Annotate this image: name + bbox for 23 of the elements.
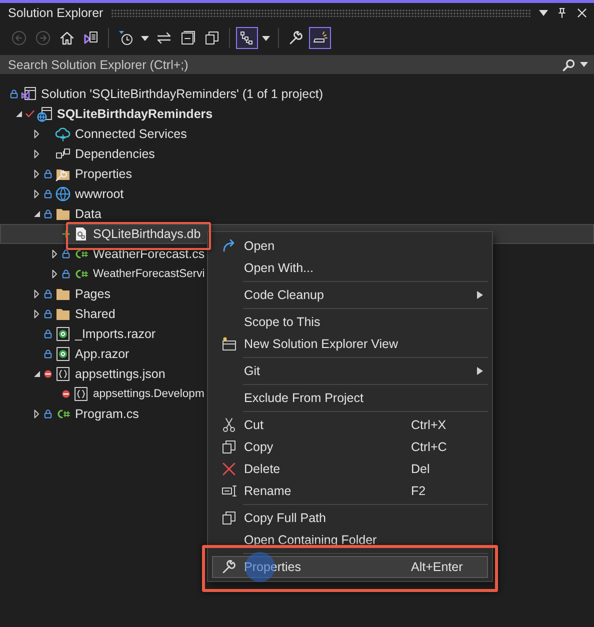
tree-item-label: Properties xyxy=(75,167,132,181)
tree-item-label: App.razor xyxy=(75,347,130,361)
tree-item-label: appsettings.json xyxy=(75,367,166,381)
shortcut-label: F2 xyxy=(411,484,427,498)
tree-item-label: Pages xyxy=(75,287,110,301)
tree-item-label: WeatherForecastServi xyxy=(93,268,205,280)
tree-item-label: SQLiteBirthdays.db xyxy=(93,227,201,241)
tree-item-label: _Imports.razor xyxy=(75,327,156,341)
tree-item-label: wwwroot xyxy=(75,187,124,201)
shortcut-label: Del xyxy=(411,462,431,476)
shortcut-label: Alt+Enter xyxy=(411,560,464,574)
tree-item-label: WeatherForecast.cs xyxy=(93,247,205,261)
tree-item-label: appsettings.Developm xyxy=(93,388,204,400)
tree-item-label: Solution 'SQLiteBirthdayReminders' (1 of 1 project) xyxy=(41,87,323,101)
tree-item-label: Dependencies xyxy=(75,147,155,161)
tree-item-label: SQLiteBirthdayReminders xyxy=(57,107,213,121)
tree-item-label: Connected Services xyxy=(75,127,187,141)
tree-item-label: Shared xyxy=(75,307,116,321)
window-title: Solution Explorer xyxy=(8,6,104,20)
tree-item-label: Program.cs xyxy=(75,407,139,421)
tree-item-label: Data xyxy=(75,207,102,221)
shortcut-label: Ctrl+X xyxy=(411,418,448,432)
shortcut-label: Ctrl+C xyxy=(411,440,448,454)
